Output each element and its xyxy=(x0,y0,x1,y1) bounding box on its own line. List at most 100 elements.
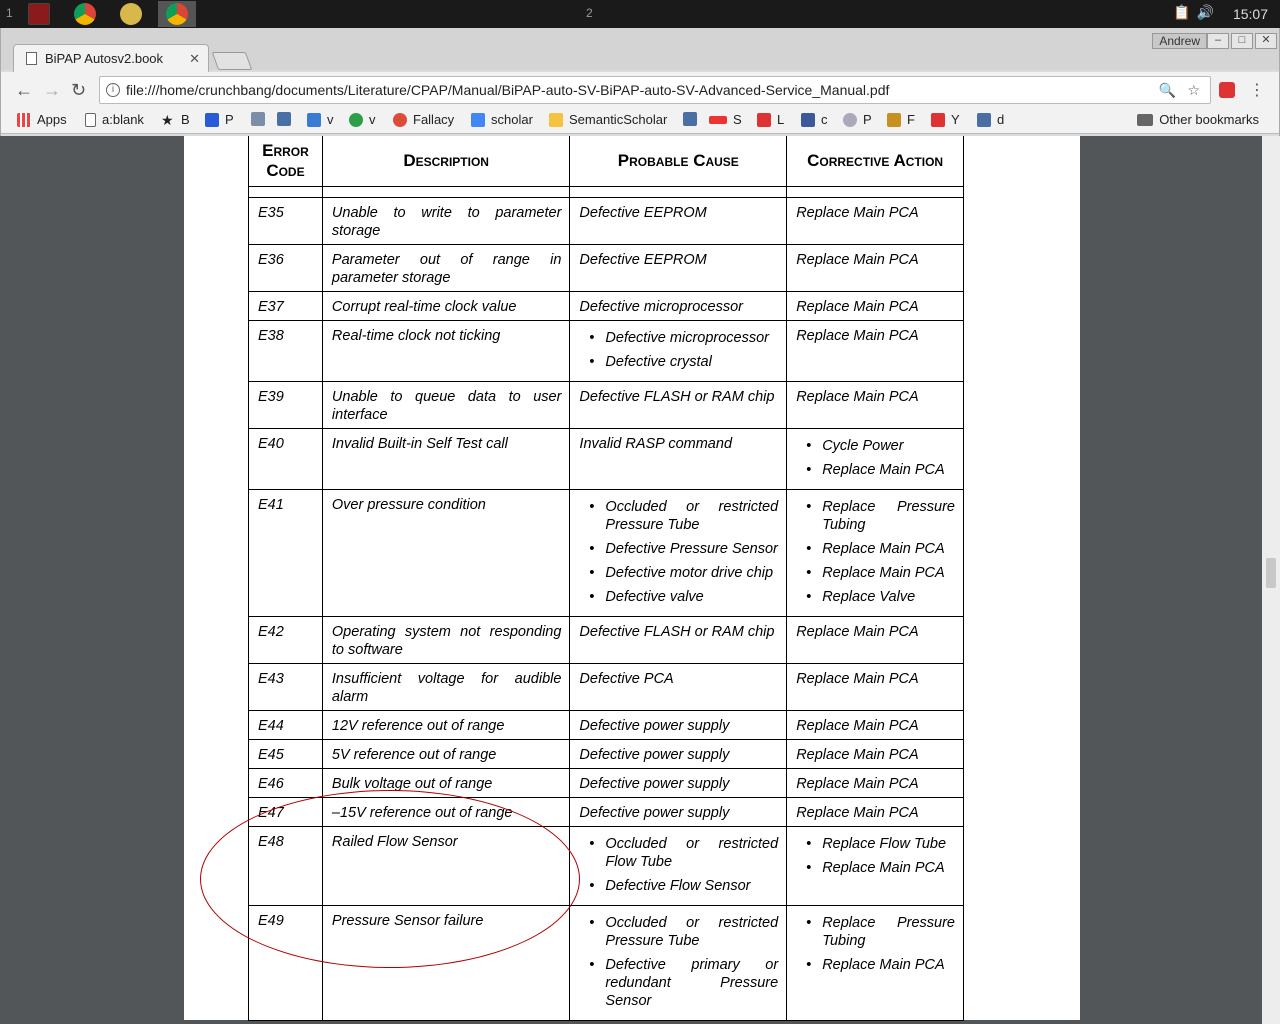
cell-probable-cause-text: Defective EEPROM xyxy=(579,252,707,268)
bookmark-v2[interactable]: v xyxy=(349,112,376,127)
globe-icon xyxy=(843,112,857,127)
table-row: E39 Unable to queue data to user interfac… xyxy=(248,381,964,429)
smile-icon xyxy=(709,115,727,124)
semantic-icon xyxy=(549,112,563,127)
cell-corrective-action-text: Replace Main PCA xyxy=(796,328,919,344)
bookmark-satellite[interactable] xyxy=(251,112,271,126)
workspace-2-label[interactable]: 2 xyxy=(586,6,593,20)
bookmark-v1[interactable]: v xyxy=(307,112,334,127)
bullet-item: Defective motor drive chip xyxy=(579,564,778,582)
cell-probable-cause: Defective power supply xyxy=(569,768,788,798)
cell-error-code: E38 xyxy=(248,320,323,382)
cell-probable-cause-list: Defective microprocessor Defective crysta… xyxy=(579,329,778,371)
bookmark-y[interactable]: Y xyxy=(931,112,960,127)
scrollbar-thumb[interactable] xyxy=(1266,558,1276,588)
header-error-code: Error Code xyxy=(248,136,323,187)
table-row: E38Real-time clock not tickingDefective … xyxy=(248,320,964,382)
clipboard-icon[interactable]: 📋 xyxy=(1173,4,1190,21)
bookmark-ma-2[interactable] xyxy=(683,112,703,126)
back-arrow-icon[interactable]: ← xyxy=(15,80,33,101)
cell-corrective-action: Replace Pressure Tubing Replace Main PCA R… xyxy=(786,489,964,617)
apps-grid-icon xyxy=(17,112,31,127)
bookmark-d[interactable]: d xyxy=(977,112,1004,127)
table-row: E44 12V reference out of range Defective p… xyxy=(248,710,964,740)
new-tab-button[interactable] xyxy=(211,52,253,70)
minimize-button[interactable]: – xyxy=(1207,33,1229,49)
pdf-viewer[interactable]: Error Code Description Probable Cause Co… xyxy=(0,136,1280,1024)
info-icon[interactable]: i xyxy=(106,83,120,97)
cell-corrective-action: Replace Main PCA xyxy=(786,616,964,664)
cell-corrective-action-list: Replace Flow Tube Replace Main PCA xyxy=(796,835,955,877)
bookmark-semanticscholar[interactable]: SemanticScholar xyxy=(549,112,667,127)
table-row: E35 Unable to write to parameter storage D… xyxy=(248,197,964,245)
bullet-item: Defective valve xyxy=(579,588,778,606)
bookmark-apps[interactable]: Apps xyxy=(17,112,67,127)
workspace-1-label[interactable]: 1 xyxy=(6,6,13,20)
chrome-app-button[interactable] xyxy=(66,1,104,27)
cell-corrective-action-text: Replace Main PCA xyxy=(796,776,919,792)
bookmark-fallacy[interactable]: Fallacy xyxy=(393,112,454,127)
mascot-app-button[interactable] xyxy=(112,1,150,27)
toolbar: ← → ↻ i file:///home/crunchbang/document… xyxy=(1,72,1279,108)
cell-error-code: E43 xyxy=(248,663,323,711)
bookmark-s[interactable]: S xyxy=(709,112,742,127)
table-row: E36 Parameter out of range in parameter s… xyxy=(248,244,964,292)
volume-icon[interactable]: 🔊 xyxy=(1197,4,1214,21)
chrome-active-app-button[interactable] xyxy=(158,1,196,27)
bookmark-scholar[interactable]: scholar xyxy=(471,112,533,127)
table-row: E48Railed Flow SensorOccluded or restric… xyxy=(248,826,964,906)
tab-strip: BiPAP Autosv2.book ✕ Andrew – □ ✕ xyxy=(1,28,1279,72)
bullet-item: Replace Pressure Tubing xyxy=(796,914,955,950)
cell-description: Bulk voltage out of range xyxy=(321,768,571,798)
table-row: E47 –15V reference out of range Defective … xyxy=(248,797,964,827)
profile-button[interactable]: Andrew xyxy=(1152,33,1207,49)
terminal-app-button[interactable] xyxy=(20,1,58,27)
cell-probable-cause-text: Defective EEPROM xyxy=(579,205,707,221)
google-plus-icon xyxy=(393,112,407,127)
address-bar[interactable]: i file:///home/crunchbang/documents/Lite… xyxy=(99,76,1211,104)
facebook-icon xyxy=(801,112,815,127)
cell-error-code: E35 xyxy=(248,197,323,245)
cell-corrective-action: Replace Main PCA xyxy=(786,768,964,798)
cell-corrective-action: Replace Main PCA xyxy=(786,710,964,740)
address-url: file:///home/crunchbang/documents/Litera… xyxy=(126,82,890,98)
reload-icon[interactable]: ↻ xyxy=(71,80,86,101)
bookmark-p2[interactable]: P xyxy=(843,112,872,127)
zoom-icon[interactable]: 🔍 xyxy=(1159,77,1176,103)
bookmark-p[interactable]: P xyxy=(205,112,234,127)
bookmark-f[interactable]: F xyxy=(887,112,915,127)
vertical-scrollbar[interactable] xyxy=(1262,136,1280,1024)
satellite-icon xyxy=(251,112,265,126)
forward-arrow-icon[interactable]: → xyxy=(43,80,61,101)
bookmark-ma[interactable] xyxy=(277,112,297,126)
bullet-item: Replace Flow Tube xyxy=(796,835,955,853)
maximize-button[interactable]: □ xyxy=(1231,33,1253,49)
bullet-item: Occluded or restricted Pressure Tube xyxy=(579,498,778,534)
cell-probable-cause: Defective FLASH or RAM chip xyxy=(569,381,788,429)
table-row: E49Pressure Sensor failureOccluded or re… xyxy=(248,905,964,1021)
bookmark-star-icon[interactable]: ☆ xyxy=(1187,77,1200,103)
cell-probable-cause-text: Defective power supply xyxy=(579,718,730,734)
tab-pdf[interactable]: BiPAP Autosv2.book ✕ xyxy=(13,44,209,72)
scholar-icon xyxy=(471,112,485,127)
bookmark-b[interactable]: ★ B xyxy=(161,112,190,127)
close-tab-icon[interactable]: ✕ xyxy=(189,51,200,67)
mascot-icon xyxy=(120,3,142,25)
header-corrective-action: Corrective Action xyxy=(786,136,964,187)
menu-icon[interactable]: ⋮ xyxy=(1249,80,1265,100)
extension-icon[interactable] xyxy=(1219,82,1235,98)
bookmark-l[interactable]: L xyxy=(757,112,784,127)
cell-error-code: E46 xyxy=(248,768,323,798)
pt-icon xyxy=(205,112,219,127)
header-spacer xyxy=(248,186,964,198)
cell-error-code: E47 xyxy=(248,797,323,827)
close-window-button[interactable]: ✕ xyxy=(1255,33,1277,49)
cell-error-code: E45 xyxy=(248,739,323,769)
cell-corrective-action-text: Replace Main PCA xyxy=(796,205,919,221)
cell-description: Unable to write to parameter storage xyxy=(321,197,571,245)
bookmark-ablank[interactable]: a:blank xyxy=(85,112,144,127)
check-icon xyxy=(307,112,321,127)
page-icon xyxy=(85,112,96,127)
other-bookmarks[interactable]: Other bookmarks xyxy=(1137,112,1259,127)
bookmark-c[interactable]: c xyxy=(801,112,828,127)
